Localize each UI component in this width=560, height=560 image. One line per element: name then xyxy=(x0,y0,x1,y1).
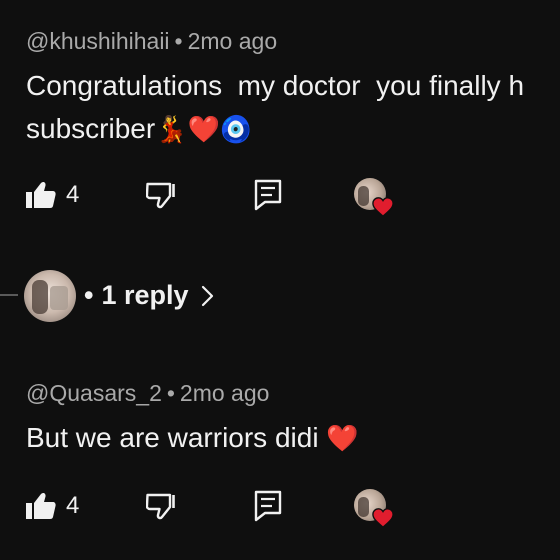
thumbs-up-icon xyxy=(26,492,56,519)
comment-item: @Quasars_2 • 2mo ago But we are warriors d… xyxy=(26,378,560,460)
heart-icon xyxy=(372,197,394,218)
comment-meta: @khushihihaii • 2mo ago xyxy=(26,26,560,56)
meta-separator: • xyxy=(166,380,175,406)
heart-emoji: ❤️ xyxy=(187,114,220,144)
comment-text-line: subscriber xyxy=(26,113,156,144)
like-count: 4 xyxy=(66,181,80,208)
comment-author[interactable]: @Quasars_2 xyxy=(26,380,162,406)
like-button[interactable]: 4 xyxy=(26,486,79,526)
heart-emoji: ❤️ xyxy=(326,423,359,453)
comment-text-line: Congratulations my doctor you finally h xyxy=(26,70,525,101)
comment-text: Congratulations my doctor you finally h … xyxy=(26,64,560,151)
thread-line xyxy=(0,294,18,296)
replies-count-label: 1 reply xyxy=(101,280,189,310)
creator-heart xyxy=(354,486,394,529)
reply-button[interactable] xyxy=(254,175,282,215)
chevron-right-icon xyxy=(201,285,213,306)
reply-button[interactable] xyxy=(254,486,282,526)
dancer-emoji: 💃 xyxy=(155,114,188,144)
replies-separator: • xyxy=(84,280,94,310)
comment-time: 2mo ago xyxy=(187,28,278,54)
thumbs-down-icon xyxy=(146,493,175,520)
thumbs-down-icon xyxy=(146,182,175,209)
comment-reply-icon xyxy=(254,179,282,211)
comment-text: But we are warriors didi ❤️ xyxy=(26,416,560,460)
like-button[interactable]: 4 xyxy=(26,175,79,215)
comment-meta: @Quasars_2 • 2mo ago xyxy=(26,378,560,408)
creator-avatar xyxy=(354,489,394,529)
comment-item: @khushihihaii • 2mo ago Congratulations my… xyxy=(26,26,560,151)
heart-icon xyxy=(372,508,394,529)
comment-time: 2mo ago xyxy=(179,380,270,406)
dislike-button[interactable] xyxy=(146,486,176,526)
reply-author-avatar xyxy=(24,270,76,322)
comment-text-line: But we are warriors didi xyxy=(26,422,319,453)
comment-author[interactable]: @khushihihaii xyxy=(26,28,170,54)
nazar-amulet-emoji: 🧿 xyxy=(219,114,253,144)
meta-separator: • xyxy=(174,28,183,54)
comment-actions: 4 xyxy=(26,175,406,218)
comments-screen: @khushihihaii • 2mo ago Congratulations my… xyxy=(0,0,560,560)
dislike-button[interactable] xyxy=(146,175,176,215)
thumbs-up-icon xyxy=(26,181,56,208)
creator-avatar xyxy=(354,178,394,218)
comment-actions: 4 xyxy=(26,486,406,529)
view-replies-link[interactable]: • 1 reply xyxy=(84,280,215,311)
like-count: 4 xyxy=(66,492,80,519)
comment-reply-icon xyxy=(254,490,282,522)
creator-heart xyxy=(354,175,394,218)
view-replies-row[interactable]: • 1 reply xyxy=(0,270,560,326)
